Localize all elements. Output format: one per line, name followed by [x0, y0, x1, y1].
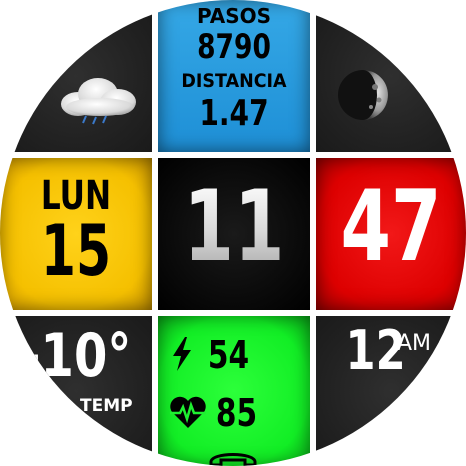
distance-label: DISTANCIA: [181, 70, 287, 92]
cloud-rain-icon: [61, 78, 136, 125]
battery-value: 54: [207, 333, 250, 377]
minute-digits: 47: [340, 170, 442, 284]
watch-face: PASOS 8790 DISTANCIA 1.47 LUN 15 11 47 -…: [0, 0, 466, 466]
steps-label: PASOS: [196, 4, 272, 28]
distance-value: 1.47: [199, 93, 269, 134]
steps-value: 8790: [197, 27, 271, 67]
ampm-indicator: AM: [397, 331, 432, 356]
heart-pulse-icon: [170, 396, 206, 428]
heart-rate-value: 85: [215, 391, 258, 435]
phone-icon[interactable]: [207, 446, 259, 466]
moon-phase-icon: [338, 70, 388, 120]
lightning-bolt-icon: [173, 337, 191, 371]
temperature-label: TEMP: [80, 396, 133, 416]
temperature-value: -10°: [20, 321, 132, 391]
day-number: 15: [40, 210, 112, 292]
hour-digits: 11: [178, 178, 290, 276]
